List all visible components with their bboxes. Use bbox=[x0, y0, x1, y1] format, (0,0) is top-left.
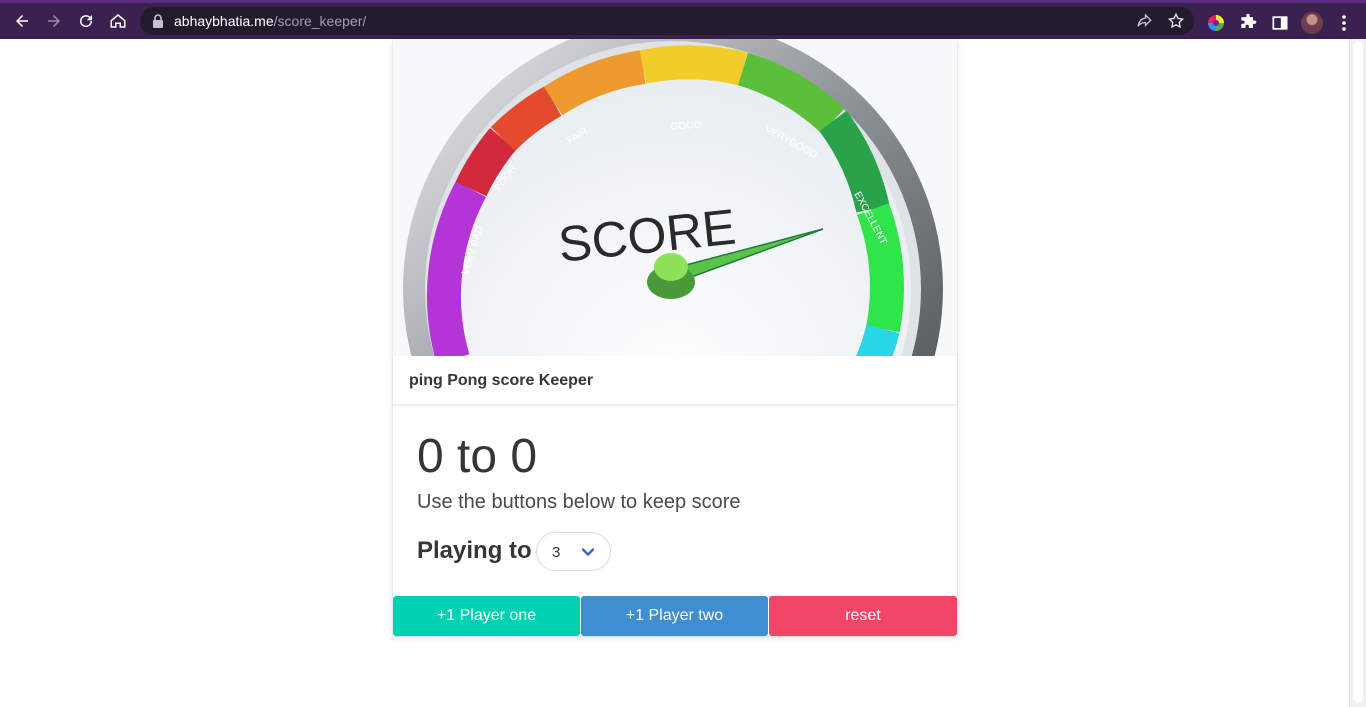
url-text[interactable]: abhaybhatia.me/score_keeper/ bbox=[174, 13, 366, 29]
scrollbar-thumb[interactable] bbox=[1353, 42, 1363, 702]
address-bar[interactable]: abhaybhatia.me/score_keeper/ bbox=[140, 7, 1194, 35]
kebab-menu-icon[interactable] bbox=[1334, 13, 1354, 33]
color-extension-icon[interactable] bbox=[1206, 13, 1226, 33]
back-icon[interactable] bbox=[10, 9, 34, 33]
star-icon[interactable] bbox=[1167, 12, 1185, 30]
share-icon[interactable] bbox=[1135, 12, 1153, 30]
lock-icon[interactable] bbox=[152, 14, 164, 28]
score-gauge-image: VERY BAD POOR FAIR GOOD VERYGOOD EXCELLE… bbox=[393, 39, 957, 356]
score-display: 0 to 0 bbox=[417, 430, 538, 483]
puzzle-icon[interactable] bbox=[1238, 13, 1258, 33]
reset-button[interactable]: reset bbox=[769, 596, 957, 636]
avatar[interactable] bbox=[1301, 12, 1323, 34]
reload-icon[interactable] bbox=[74, 9, 98, 33]
playing-to-value: 3 bbox=[552, 544, 561, 561]
scrollbar[interactable] bbox=[1349, 39, 1366, 707]
card-header: ping Pong score Keeper bbox=[393, 356, 957, 405]
player-one-button[interactable]: +1 Player one bbox=[393, 596, 580, 636]
playing-to-label: Playing to bbox=[417, 537, 532, 564]
playing-to-select[interactable]: 3 bbox=[536, 532, 611, 571]
instructions-text: Use the buttons below to keep score bbox=[417, 491, 741, 513]
home-icon[interactable] bbox=[106, 9, 130, 33]
card-title: ping Pong score Keeper bbox=[409, 372, 594, 389]
browser-toolbar: abhaybhatia.me/score_keeper/ bbox=[0, 0, 1366, 39]
forward-icon[interactable] bbox=[42, 9, 66, 33]
chevron-down-icon bbox=[581, 548, 595, 556]
player-two-button[interactable]: +1 Player two bbox=[581, 596, 768, 636]
side-panel-icon[interactable] bbox=[1270, 13, 1290, 33]
score-keeper-card: VERY BAD POOR FAIR GOOD VERYGOOD EXCELLE… bbox=[393, 39, 957, 636]
